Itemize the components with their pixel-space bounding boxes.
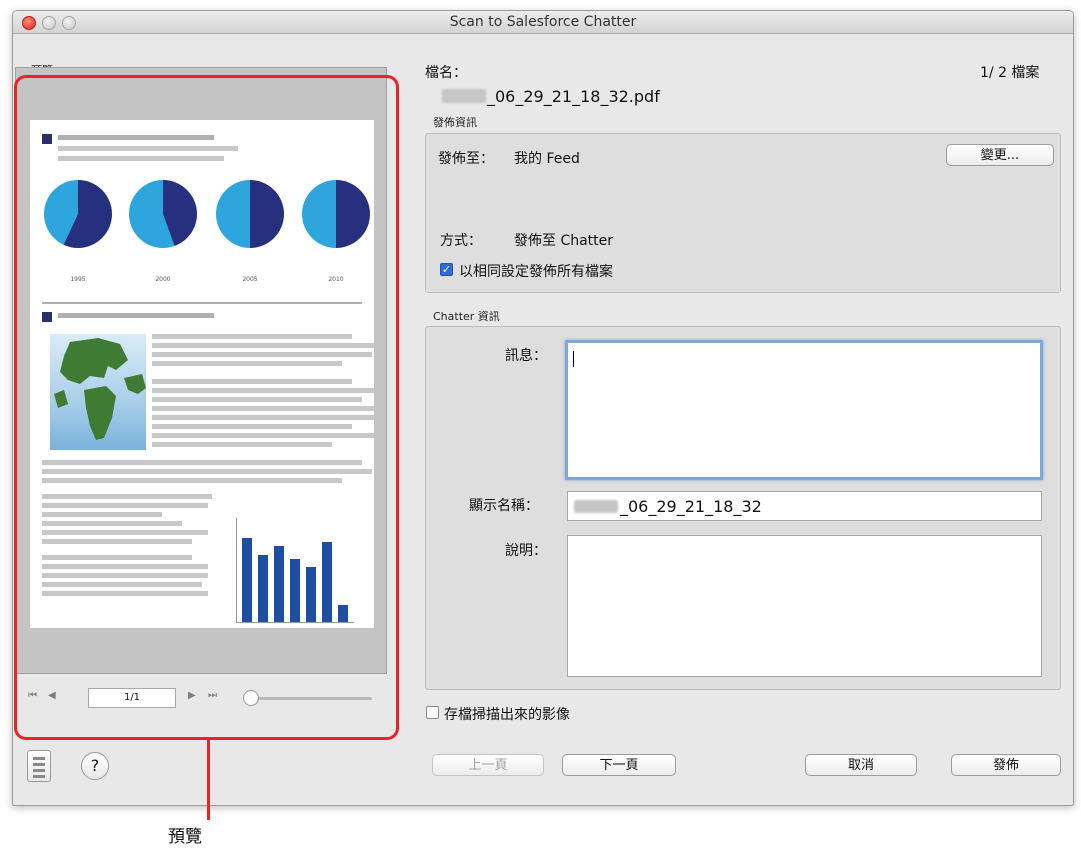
post-info-section-label: 發佈資訊 bbox=[433, 116, 477, 129]
display-name-label: 顯示名稱： bbox=[469, 498, 539, 514]
year-label: 1995 bbox=[70, 276, 86, 283]
post-to-label: 發佈至： bbox=[438, 151, 494, 167]
year-label: 2000 bbox=[155, 276, 171, 283]
year-label: 2005 bbox=[242, 276, 258, 283]
pie-2000 bbox=[129, 180, 197, 248]
pie-2005 bbox=[216, 180, 284, 248]
title-bar: Scan to Salesforce Chatter bbox=[13, 11, 1073, 34]
page-number-field[interactable]: 1/1 bbox=[88, 688, 176, 708]
window-title: Scan to Salesforce Chatter bbox=[449, 14, 637, 30]
change-button[interactable]: 變更... bbox=[946, 144, 1054, 166]
pie-1995 bbox=[44, 180, 112, 248]
filename-value: _06_29_21_18_32.pdf bbox=[487, 87, 660, 106]
bar-chart-bar bbox=[306, 567, 316, 622]
redacted-prefix bbox=[574, 500, 618, 513]
previous-page-button[interactable]: 上一頁 bbox=[432, 754, 544, 776]
cancel-button[interactable]: 取消 bbox=[805, 754, 917, 776]
next-page-icon[interactable]: ▶ bbox=[188, 690, 196, 701]
zoom-slider-knob[interactable] bbox=[243, 690, 259, 706]
message-label: 訊息： bbox=[505, 348, 547, 364]
method-value: 發佈至 Chatter bbox=[514, 233, 614, 249]
preview-page-thumbnail: 1995 2000 2005 2010 bbox=[30, 120, 374, 628]
redacted-prefix bbox=[442, 89, 486, 103]
message-textarea[interactable] bbox=[565, 340, 1043, 480]
post-button[interactable]: 發佈 bbox=[951, 754, 1061, 776]
first-page-icon[interactable]: ⏮ bbox=[28, 690, 37, 701]
post-to-value: 我的 Feed bbox=[514, 151, 580, 167]
file-count: 1/ 2 檔案 bbox=[980, 65, 1040, 81]
description-label: 說明： bbox=[505, 543, 547, 559]
previous-page-icon[interactable]: ◀ bbox=[48, 690, 56, 701]
bar-chart-bar bbox=[242, 538, 252, 622]
text-cursor bbox=[573, 351, 574, 367]
last-page-icon[interactable]: ⏭ bbox=[208, 690, 217, 701]
same-settings-checkbox[interactable]: ✓ bbox=[440, 263, 453, 276]
bar-chart-bar bbox=[322, 542, 332, 622]
preview-pane: 1995 2000 2005 2010 ⏮ ◀ ▶ ⏭ bbox=[15, 67, 387, 701]
bar-chart-bar bbox=[338, 605, 348, 622]
pie-2010 bbox=[302, 180, 370, 248]
callout-leader-line bbox=[207, 740, 210, 820]
year-label: 2010 bbox=[328, 276, 344, 283]
save-scanned-image-checkbox[interactable] bbox=[426, 706, 439, 719]
bar-chart-bar bbox=[290, 559, 300, 622]
same-settings-label: 以相同設定發佈所有檔案 bbox=[459, 264, 613, 280]
world-map-image bbox=[50, 334, 146, 450]
help-icon[interactable]: ? bbox=[81, 752, 109, 780]
display-name-value: _06_29_21_18_32 bbox=[620, 497, 762, 516]
preview-callout-label: 預覽 bbox=[168, 827, 202, 847]
next-page-button[interactable]: 下一頁 bbox=[562, 754, 676, 776]
page-list-icon[interactable] bbox=[27, 750, 51, 782]
bar-chart-bar bbox=[258, 554, 268, 622]
zoom-slider-track[interactable] bbox=[248, 697, 372, 700]
filename-label: 檔名： bbox=[425, 65, 467, 81]
bar-chart-bar bbox=[274, 546, 284, 622]
chatter-info-section-label: Chatter 資訊 bbox=[433, 310, 500, 323]
save-scanned-image-label: 存檔掃描出來的影像 bbox=[444, 707, 570, 723]
description-textarea[interactable] bbox=[567, 535, 1042, 677]
method-label: 方式： bbox=[440, 233, 482, 249]
display-name-field[interactable]: _06_29_21_18_32 bbox=[567, 491, 1042, 521]
